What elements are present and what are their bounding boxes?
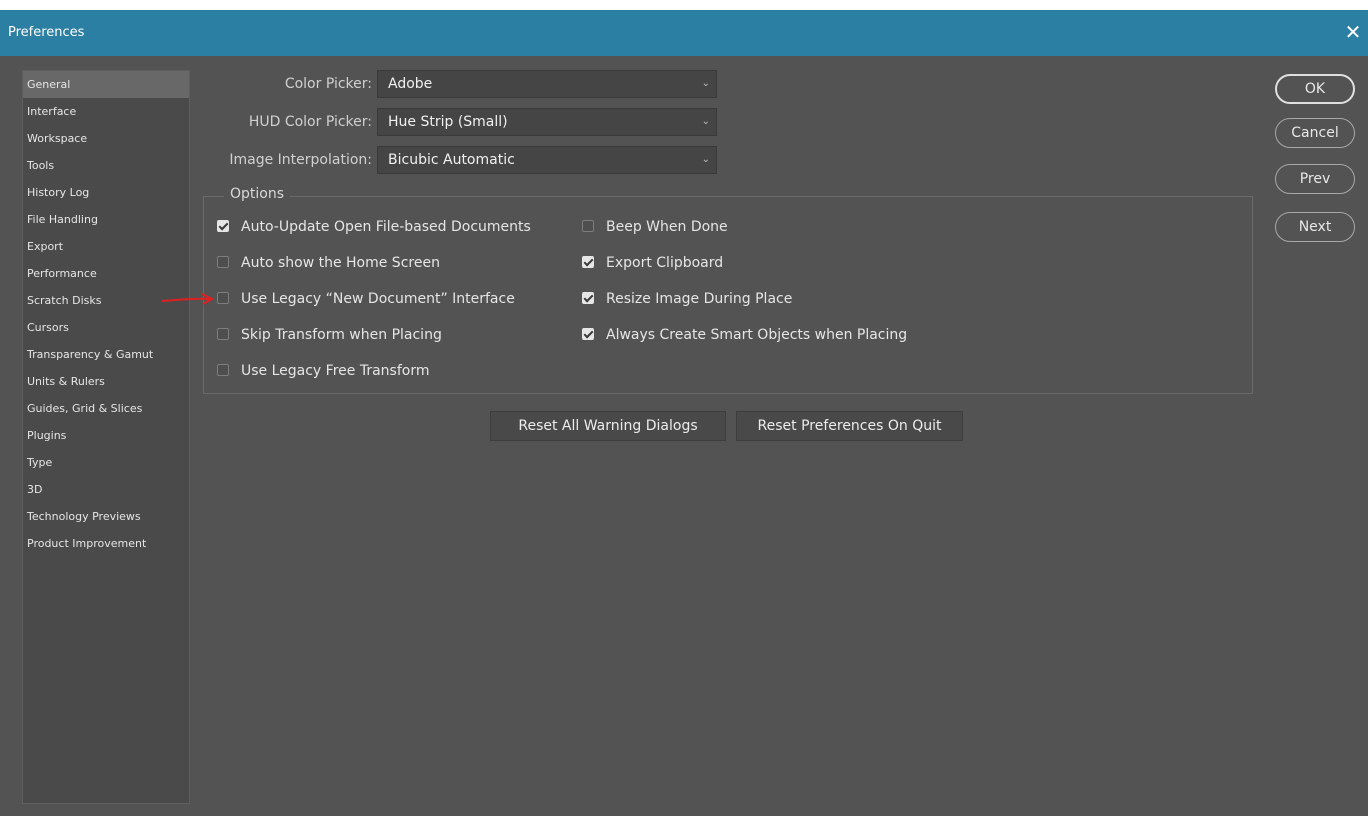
red-arrow-icon [161, 293, 215, 305]
sidebar-item-history-log[interactable]: History Log [23, 179, 189, 206]
title-bar: Preferences ✕ [0, 10, 1368, 56]
image-interpolation-select[interactable]: Bicubic Automatic ⌄ [377, 146, 717, 174]
sidebar-item-file-handling[interactable]: File Handling [23, 206, 189, 233]
preferences-sidebar: General Interface Workspace Tools Histor… [22, 70, 190, 804]
sidebar-item-tools[interactable]: Tools [23, 152, 189, 179]
checkbox-unchecked-icon [217, 364, 229, 376]
checkbox-unchecked-icon [217, 328, 229, 340]
hud-color-picker-label: HUD Color Picker: [248, 114, 372, 130]
checkbox-label: Skip Transform when Placing [241, 327, 442, 343]
sidebar-item-technology-previews[interactable]: Technology Previews [23, 503, 189, 530]
sidebar-item-transparency-gamut[interactable]: Transparency & Gamut [23, 341, 189, 368]
checkbox-checked-icon [582, 256, 594, 268]
prev-button[interactable]: Prev [1275, 164, 1355, 194]
checkbox-label: Export Clipboard [606, 255, 724, 271]
hud-color-picker-value: Hue Strip (Small) [388, 114, 508, 130]
close-icon[interactable]: ✕ [1342, 20, 1364, 44]
image-interpolation-value: Bicubic Automatic [388, 152, 515, 168]
chevron-down-icon: ⌄ [701, 116, 710, 127]
color-picker-row: Color Picker: Adobe ⌄ [200, 70, 720, 98]
sidebar-item-3d[interactable]: 3D [23, 476, 189, 503]
checkbox-unchecked-icon [217, 256, 229, 268]
sidebar-item-cursors[interactable]: Cursors [23, 314, 189, 341]
hud-color-picker-row: HUD Color Picker: Hue Strip (Small) ⌄ [200, 108, 720, 136]
ok-button[interactable]: OK [1275, 74, 1355, 104]
checkbox-checked-icon [582, 328, 594, 340]
sidebar-item-general[interactable]: General [23, 71, 189, 98]
sidebar-item-interface[interactable]: Interface [23, 98, 189, 125]
color-picker-value: Adobe [388, 76, 433, 92]
checkbox-label: Resize Image During Place [606, 291, 793, 307]
sidebar-item-performance[interactable]: Performance [23, 260, 189, 287]
color-picker-select[interactable]: Adobe ⌄ [377, 70, 717, 98]
reset-preferences-on-quit-button[interactable]: Reset Preferences On Quit [736, 411, 963, 441]
dialog-title: Preferences [8, 25, 85, 40]
sidebar-item-product-improvement[interactable]: Product Improvement [23, 530, 189, 557]
checkbox-checked-icon [217, 220, 229, 232]
checkbox-label: Use Legacy “New Document” Interface [241, 291, 515, 307]
checkbox-label: Always Create Smart Objects when Placing [606, 327, 908, 343]
sidebar-item-guides-grid-slices[interactable]: Guides, Grid & Slices [23, 395, 189, 422]
checkbox-label: Use Legacy Free Transform [241, 363, 430, 379]
checkbox-unchecked-icon [582, 220, 594, 232]
color-picker-label: Color Picker: [284, 76, 372, 92]
hud-color-picker-select[interactable]: Hue Strip (Small) ⌄ [377, 108, 717, 136]
chevron-down-icon: ⌄ [701, 78, 710, 89]
sidebar-item-plugins[interactable]: Plugins [23, 422, 189, 449]
sidebar-item-workspace[interactable]: Workspace [23, 125, 189, 152]
checkbox-checked-icon [582, 292, 594, 304]
next-button[interactable]: Next [1275, 212, 1355, 242]
cancel-button[interactable]: Cancel [1275, 118, 1355, 148]
reset-all-warning-dialogs-button[interactable]: Reset All Warning Dialogs [490, 411, 726, 441]
image-interpolation-label: Image Interpolation: [229, 152, 372, 168]
checkbox-label: Auto-Update Open File-based Documents [241, 219, 531, 235]
sidebar-item-units-rulers[interactable]: Units & Rulers [23, 368, 189, 395]
chevron-down-icon: ⌄ [701, 154, 710, 165]
sidebar-item-type[interactable]: Type [23, 449, 189, 476]
checkbox-label: Beep When Done [606, 219, 728, 235]
image-interpolation-row: Image Interpolation: Bicubic Automatic ⌄ [200, 146, 720, 174]
options-legend: Options [224, 186, 291, 202]
preferences-dialog: Preferences ✕ General Interface Workspac… [0, 10, 1368, 816]
checkbox-label: Auto show the Home Screen [241, 255, 440, 271]
checkbox-unchecked-icon [217, 292, 229, 304]
sidebar-item-export[interactable]: Export [23, 233, 189, 260]
